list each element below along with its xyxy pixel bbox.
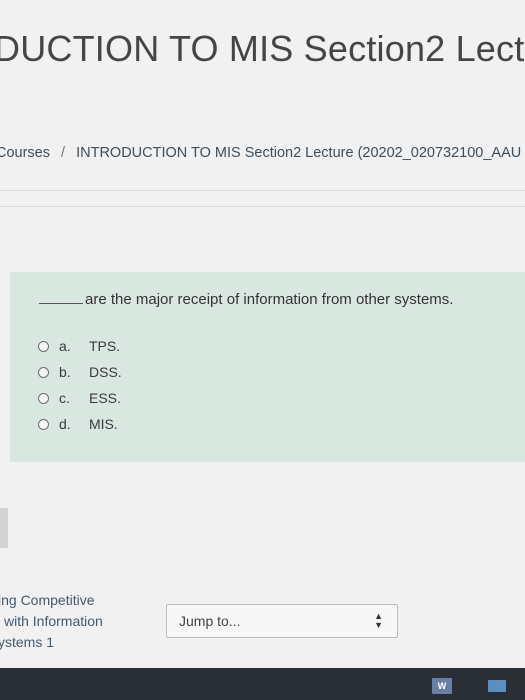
- word-app-icon[interactable]: W: [432, 678, 452, 694]
- prev-link-line3: ystems 1: [0, 634, 55, 650]
- mail-app-icon[interactable]: [488, 680, 506, 692]
- breadcrumb-separator: /: [61, 145, 66, 161]
- option-letter: c.: [59, 390, 70, 406]
- option-d[interactable]: d. MIS.: [38, 414, 118, 434]
- header-divider: [0, 190, 525, 191]
- side-tab[interactable]: [0, 508, 8, 548]
- prev-link-line1: ing Competitive: [0, 592, 95, 608]
- taskbar: W: [0, 668, 525, 700]
- option-letter: d.: [59, 416, 71, 432]
- option-text: DSS.: [89, 364, 122, 380]
- breadcrumb-courses-link[interactable]: Courses: [0, 145, 50, 161]
- radio-button[interactable]: [38, 392, 49, 404]
- breadcrumb-course-link[interactable]: INTRODUCTION TO MIS Section2 Lecture (20…: [76, 145, 521, 161]
- content-divider: [0, 206, 525, 207]
- radio-button[interactable]: [38, 340, 49, 352]
- prev-link-line2: with Information: [4, 613, 103, 629]
- option-letter: b.: [59, 364, 71, 380]
- option-text: ESS.: [89, 390, 121, 406]
- select-arrows-icon: ▲ ▼: [374, 611, 383, 630]
- page-title: DUCTION TO MIS Section2 Lectu: [0, 28, 525, 69]
- question-prompt: are the major receipt of information fro…: [85, 291, 454, 308]
- option-b[interactable]: b. DSS.: [38, 362, 122, 382]
- answer-blank: [39, 290, 83, 304]
- radio-button[interactable]: [38, 418, 49, 430]
- option-a[interactable]: a. TPS.: [38, 336, 120, 356]
- question-card: are the major receipt of information fro…: [10, 272, 525, 462]
- jump-to-select[interactable]: Jump to... ▲ ▼: [166, 604, 398, 638]
- option-c[interactable]: c. ESS.: [38, 388, 121, 408]
- option-letter: a.: [59, 338, 71, 354]
- option-text: TPS.: [89, 338, 121, 354]
- radio-button[interactable]: [38, 366, 49, 378]
- jump-to-label: Jump to...: [179, 613, 241, 629]
- question-text: are the major receipt of information fro…: [39, 290, 453, 308]
- breadcrumb: Courses / INTRODUCTION TO MIS Section2 L…: [0, 145, 521, 161]
- previous-activity-link[interactable]: ing Competitive with Information ystems …: [0, 590, 103, 653]
- option-text: MIS.: [89, 416, 118, 432]
